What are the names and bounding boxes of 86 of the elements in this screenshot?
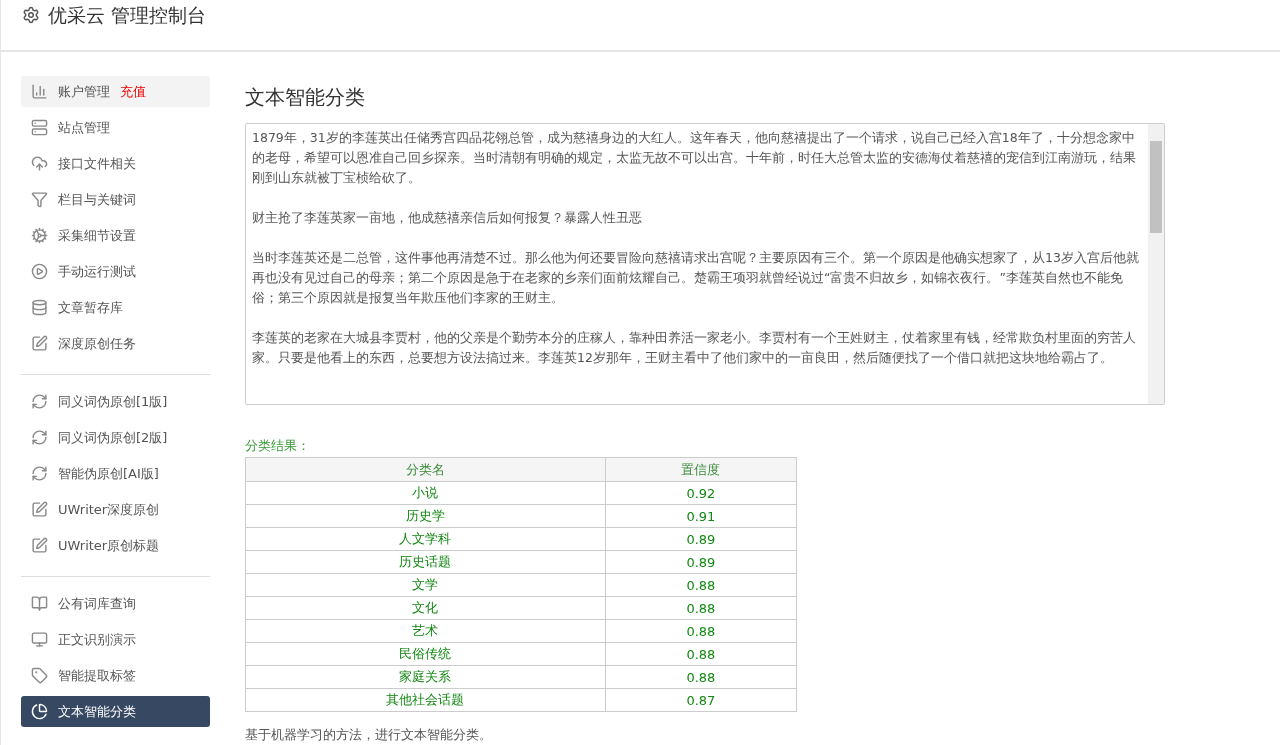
page-title: 文本智能分类: [245, 84, 366, 111]
sidebar-item[interactable]: 智能提取标签: [21, 660, 210, 691]
scrollbar-thumb[interactable]: [1150, 141, 1162, 233]
input-paragraph: 财主抢了李莲英家一亩地，他成慈禧亲信后如何报复？暴露人性丑恶: [252, 209, 643, 227]
sidebar-label: 站点管理: [58, 118, 110, 137]
monitor-icon: [31, 631, 48, 648]
play-icon: [31, 263, 48, 280]
sidebar-item[interactable]: UWriter深度原创: [21, 494, 210, 525]
column-header: 分类名: [245, 457, 606, 482]
sidebar-label: 栏目与关键词: [58, 190, 136, 209]
refresh-icon: [31, 465, 48, 482]
table-cell: 艺术: [245, 619, 606, 643]
edit-icon: [31, 501, 48, 518]
sidebar-label: 同义词伪原创[1版]: [58, 392, 168, 411]
table-cell: 小说: [245, 481, 606, 505]
table-cell: 文学: [245, 573, 606, 597]
table-cell: 0.88: [605, 596, 797, 620]
database-icon: [31, 299, 48, 316]
sidebar-item[interactable]: UWriter原创标题: [21, 530, 210, 561]
result-label: 分类结果：: [245, 437, 311, 455]
table-cell: 人文学科: [245, 527, 606, 551]
sidebar-label: UWriter深度原创: [58, 500, 160, 519]
sidebar-item[interactable]: 接口文件相关: [21, 148, 210, 179]
tag-icon: [31, 667, 48, 684]
sidebar-item[interactable]: 文章暂存库: [21, 292, 210, 323]
input-paragraph: 李莲英的老家在大城县李贾村，他的父亲是个勤劳本分的庄稼人，靠种田养活一家老小。李贾村有一个王姓财主，仗着家里有钱，经常欺负村里面的穷苦人家。只要是他看上的东西，总要想方设法搞过来。李莲英12岁那年，王财主看中了他们家中的一亩良田，然后随便找了一个借口就把这块地给霸占了。: [252, 329, 1137, 367]
sidebar-item[interactable]: 站点管理: [21, 112, 210, 143]
input-paragraph: 1879年，31岁的李莲英出任储秀宫四品花翎总管，成为慈禧身边的大红人。这年春天，他向慈禧提出了一个请求，说自己已经入宫18年了，十分想念家中的老母，希望可以恩准自己回乡探亲。当时清朝有明确的规定，太监无故不可以出宫。十年前，时任大总管太监的安德海仗着慈禧的宠信到江南游玩，结果刚到山东就被丁宝桢给砍了。: [252, 129, 1137, 187]
table-cell: 历史话题: [245, 550, 606, 574]
refresh-icon: [31, 393, 48, 410]
sidebar-item[interactable]: 手动运行测试: [21, 256, 210, 287]
cloud-upload-icon: [31, 155, 48, 172]
sidebar-label: 公有词库查询: [58, 594, 136, 613]
filter-icon: [31, 191, 48, 208]
table-cell: 民俗传统: [245, 642, 606, 666]
column-header: 置信度: [605, 457, 797, 482]
table-cell: 其他社会话题: [245, 688, 606, 712]
sidebar-item[interactable]: 同义词伪原创[2版]: [21, 422, 210, 453]
server-icon: [31, 119, 48, 136]
table-cell: 0.91: [605, 504, 797, 528]
sidebar-item[interactable]: 同义词伪原创[1版]: [21, 386, 210, 417]
table-cell: 0.89: [605, 550, 797, 574]
table-cell: 家庭关系: [245, 665, 606, 689]
table-cell: 0.88: [605, 665, 797, 689]
app-title: 优采云 管理控制台: [48, 3, 207, 28]
table-cell: 历史学: [245, 504, 606, 528]
footnote: 基于机器学习的方法，进行文本智能分类。: [245, 726, 493, 744]
sidebar-label: 同义词伪原创[2版]: [58, 428, 168, 447]
text-input-field[interactable]: [245, 123, 1165, 405]
table-cell: 0.89: [605, 527, 797, 551]
sidebar-item[interactable]: 智能伪原创[AI版]: [21, 458, 210, 489]
settings-icon: [22, 6, 40, 24]
refresh-icon: [31, 429, 48, 446]
sidebar-label: 智能提取标签: [58, 666, 136, 685]
edit-icon: [31, 335, 48, 352]
sidebar-item[interactable]: 深度原创任务: [21, 328, 210, 359]
sidebar-item[interactable]: 账户管理 充值: [21, 76, 210, 107]
table-cell: 0.87: [605, 688, 797, 712]
bar-chart-icon: [31, 83, 48, 100]
sidebar-label: UWriter原创标题: [58, 536, 160, 555]
sidebar-label: 文本智能分类: [58, 702, 136, 721]
sidebar-item[interactable]: 公有词库查询: [21, 588, 210, 619]
table-cell: 0.88: [605, 619, 797, 643]
sidebar-label: 智能伪原创[AI版]: [58, 464, 159, 483]
sidebar-item[interactable]: 栏目与关键词: [21, 184, 210, 215]
sidebar-label: 账户管理: [58, 82, 110, 101]
sidebar-label: 采集细节设置: [58, 226, 136, 245]
gears-icon: [31, 227, 48, 244]
sidebar-label: 文章暂存库: [58, 298, 123, 317]
input-paragraph: 当时李莲英还是二总管，这件事他再清楚不过。那么他为何还要冒险向慈禧请求出宫呢？主要原因有三个。第一个原因是他确实想家了，从13岁入宫后他就再也没有见过自己的母亲；第二个原因是急于在老家的乡亲们面前炫耀自己。楚霸王项羽就曾经说过“富贵不归故乡，如锦衣夜行。”李莲英自然也不能免俗；第三个原因就是报复当年欺压他们李家的王财主。: [252, 249, 1140, 307]
edit-icon: [31, 537, 48, 554]
table-cell: 文化: [245, 596, 606, 620]
book-icon: [31, 595, 48, 612]
scrollbar[interactable]: [1148, 124, 1164, 404]
sidebar-item[interactable]: 采集细节设置: [21, 220, 210, 251]
sidebar-item[interactable]: 正文识别演示: [21, 624, 210, 655]
sidebar-label: 深度原创任务: [58, 334, 136, 353]
sidebar-label: 接口文件相关: [58, 154, 136, 173]
table-cell: 0.92: [605, 481, 797, 505]
table-cell: 0.88: [605, 573, 797, 597]
sidebar-item[interactable]: 文本智能分类: [21, 696, 210, 727]
table-cell: 0.88: [605, 642, 797, 666]
sidebar-label: 正文识别演示: [58, 630, 136, 649]
recharge-link[interactable]: 充值: [120, 82, 146, 101]
pie-chart-icon: [31, 703, 48, 720]
sidebar-label: 手动运行测试: [58, 262, 136, 281]
